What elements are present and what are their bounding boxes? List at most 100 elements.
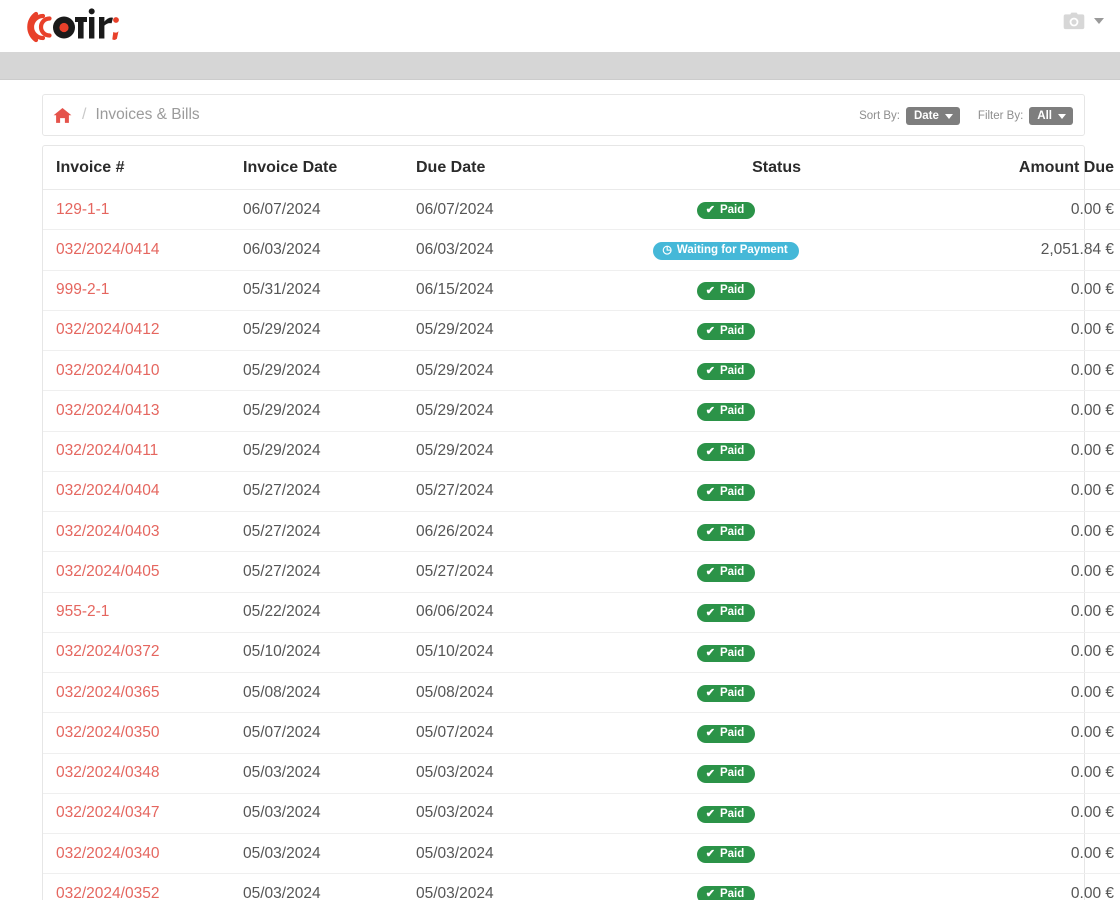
cell-amount-due: 0.00 € — [956, 431, 1120, 472]
invoice-number-link[interactable]: 032/2024/0350 — [43, 724, 159, 742]
status-badge: ✔ Paid — [696, 564, 756, 582]
column-header-invoice-date[interactable]: Invoice Date — [243, 146, 416, 190]
cell-amount-due: 0.00 € — [956, 793, 1120, 835]
status-badge-label: Paid — [719, 727, 745, 739]
status-badge: ✔ Paid — [696, 845, 756, 864]
cell-amount-due: 0.00 € — [956, 390, 1120, 432]
cell-due-date: 06/03/2024 — [416, 229, 626, 271]
column-header-status[interactable]: Status — [626, 146, 956, 190]
cell-invoice-date: 05/27/2024 — [243, 511, 416, 553]
invoice-number-link[interactable]: 032/2024/0340 — [43, 845, 159, 863]
status-badge-label: Paid — [719, 405, 745, 417]
status-badge: ✔ Paid — [696, 523, 756, 542]
invoice-number-link[interactable]: 129-1-1 — [43, 201, 109, 219]
cell-amount-due: 0.00 € — [956, 753, 1120, 794]
filter-by-label: Filter By: — [977, 110, 1024, 122]
cell-due-date: 06/06/2024 — [416, 592, 626, 633]
status-badge-label: Paid — [719, 606, 745, 619]
cell-invoice-number: 032/2024/0413 — [43, 390, 243, 432]
cell-due-date: 05/27/2024 — [416, 551, 626, 593]
check-icon: ✔ — [705, 445, 715, 458]
invoices-table-card: Invoice # Invoice Date Due Date Status A… — [42, 145, 1120, 900]
invoice-number-link[interactable]: 032/2024/0413 — [43, 402, 159, 420]
status-badge: ✔ Paid — [696, 403, 756, 421]
status-badge: ✔ Paid — [696, 201, 756, 220]
cell-status: ✔ Paid — [626, 753, 956, 794]
invoice-number-link[interactable]: 999-2-1 — [43, 281, 109, 299]
table-row: 032/2024/0352 05/03/2024 05/03/2024 ✔ Paid 0.… — [43, 873, 1120, 900]
check-icon: ✔ — [705, 687, 715, 699]
camera-icon[interactable] — [1063, 12, 1085, 30]
cell-invoice-date: 05/27/2024 — [243, 471, 416, 513]
invoice-number-link[interactable]: 032/2024/0347 — [43, 804, 159, 822]
invoice-number-link[interactable]: 032/2024/0352 — [43, 885, 159, 900]
chevron-down-icon[interactable] — [1094, 18, 1104, 24]
cell-status: ✔ Paid — [626, 471, 956, 513]
cell-invoice-number: 032/2024/0411 — [43, 431, 243, 472]
check-icon: ✔ — [705, 888, 715, 900]
table-row: 032/2024/0348 05/03/2024 05/03/2024 ✔ Paid 0.… — [43, 753, 1120, 794]
status-badge: ✔ Paid — [696, 725, 756, 743]
check-icon: ✔ — [705, 284, 715, 297]
breadcrumb: / Invoices & Bills Sort By: Date Filter … — [42, 94, 1085, 136]
cell-status: ✔ Paid — [626, 350, 956, 392]
breadcrumb-current: Invoices & Bills — [95, 106, 200, 123]
column-header-due-date[interactable]: Due Date — [416, 146, 626, 190]
cell-due-date: 06/26/2024 — [416, 511, 626, 553]
cell-invoice-date: 05/07/2024 — [243, 712, 416, 754]
invoice-number-link[interactable]: 032/2024/0411 — [43, 442, 158, 460]
cell-due-date: 05/07/2024 — [416, 712, 626, 754]
cell-status: ✔ Paid — [626, 270, 956, 311]
cell-due-date: 05/03/2024 — [416, 793, 626, 835]
invoice-number-link[interactable]: 032/2024/0372 — [43, 643, 159, 661]
home-icon[interactable] — [53, 107, 72, 124]
cell-amount-due: 0.00 € — [956, 672, 1120, 714]
cell-invoice-date: 05/03/2024 — [243, 833, 416, 875]
column-header-invoice-number[interactable]: Invoice # — [43, 146, 243, 190]
check-icon: ✔ — [705, 606, 715, 619]
invoice-number-link[interactable]: 032/2024/0404 — [43, 482, 159, 500]
invoice-number-link[interactable]: 032/2024/0410 — [43, 362, 159, 380]
table-controls: Sort By: Date Filter By: All — [859, 95, 1073, 137]
cell-invoice-number: 129-1-1 — [43, 189, 243, 231]
status-badge-label: Paid — [719, 203, 745, 216]
cell-status: ✔ Paid — [626, 873, 956, 900]
cell-status: ✔ Paid — [626, 189, 956, 231]
status-badge-label: Paid — [719, 525, 745, 538]
invoice-number-link[interactable]: 032/2024/0403 — [43, 523, 159, 541]
invoice-number-link[interactable]: 032/2024/0348 — [43, 764, 159, 782]
cell-invoice-date: 05/03/2024 — [243, 793, 416, 835]
cell-invoice-number: 032/2024/0404 — [43, 471, 243, 513]
invoice-number-link[interactable]: 032/2024/0365 — [43, 684, 159, 702]
cell-invoice-date: 05/29/2024 — [243, 350, 416, 392]
cell-invoice-number: 032/2024/0348 — [43, 753, 243, 794]
table-row: 032/2024/0340 05/03/2024 05/03/2024 ✔ Paid 0.… — [43, 833, 1120, 875]
check-icon: ✔ — [705, 485, 715, 498]
chevron-down-icon — [944, 113, 953, 119]
cell-status: ✔ Paid — [626, 551, 956, 593]
cell-invoice-date: 05/08/2024 — [243, 672, 416, 714]
sort-by-value: Date — [913, 110, 939, 122]
app-header — [0, 0, 1120, 52]
cell-invoice-number: 032/2024/0365 — [43, 672, 243, 714]
table-row: 032/2024/0414 06/03/2024 06/03/2024 ◷ Waitin… — [43, 229, 1120, 271]
invoice-number-link[interactable]: 032/2024/0412 — [43, 321, 159, 339]
cell-invoice-date: 05/22/2024 — [243, 592, 416, 633]
column-header-amount-due[interactable]: Amount Due — [956, 146, 1120, 190]
sort-by-dropdown[interactable]: Date — [905, 107, 960, 125]
cell-invoice-number: 032/2024/0372 — [43, 632, 243, 674]
cell-amount-due: 0.00 € — [956, 712, 1120, 754]
table-row: 032/2024/0413 05/29/2024 05/29/2024 ✔ Paid 0.… — [43, 390, 1120, 432]
cell-amount-due: 0.00 € — [956, 873, 1120, 900]
invoice-number-link[interactable]: 032/2024/0414 — [43, 241, 159, 259]
ofir-logo[interactable] — [22, 3, 122, 49]
check-icon: ✔ — [705, 848, 715, 860]
cell-due-date: 06/07/2024 — [416, 189, 626, 231]
invoice-number-link[interactable]: 955-2-1 — [43, 603, 109, 621]
status-badge-label: Paid — [719, 364, 745, 377]
invoice-number-link[interactable]: 032/2024/0405 — [43, 563, 159, 581]
filter-by-dropdown[interactable]: All — [1029, 107, 1073, 125]
cell-status: ✔ Paid — [626, 833, 956, 875]
invoices-table: Invoice # Invoice Date Due Date Status A… — [43, 146, 1120, 900]
cell-status: ✔ Paid — [626, 592, 956, 633]
